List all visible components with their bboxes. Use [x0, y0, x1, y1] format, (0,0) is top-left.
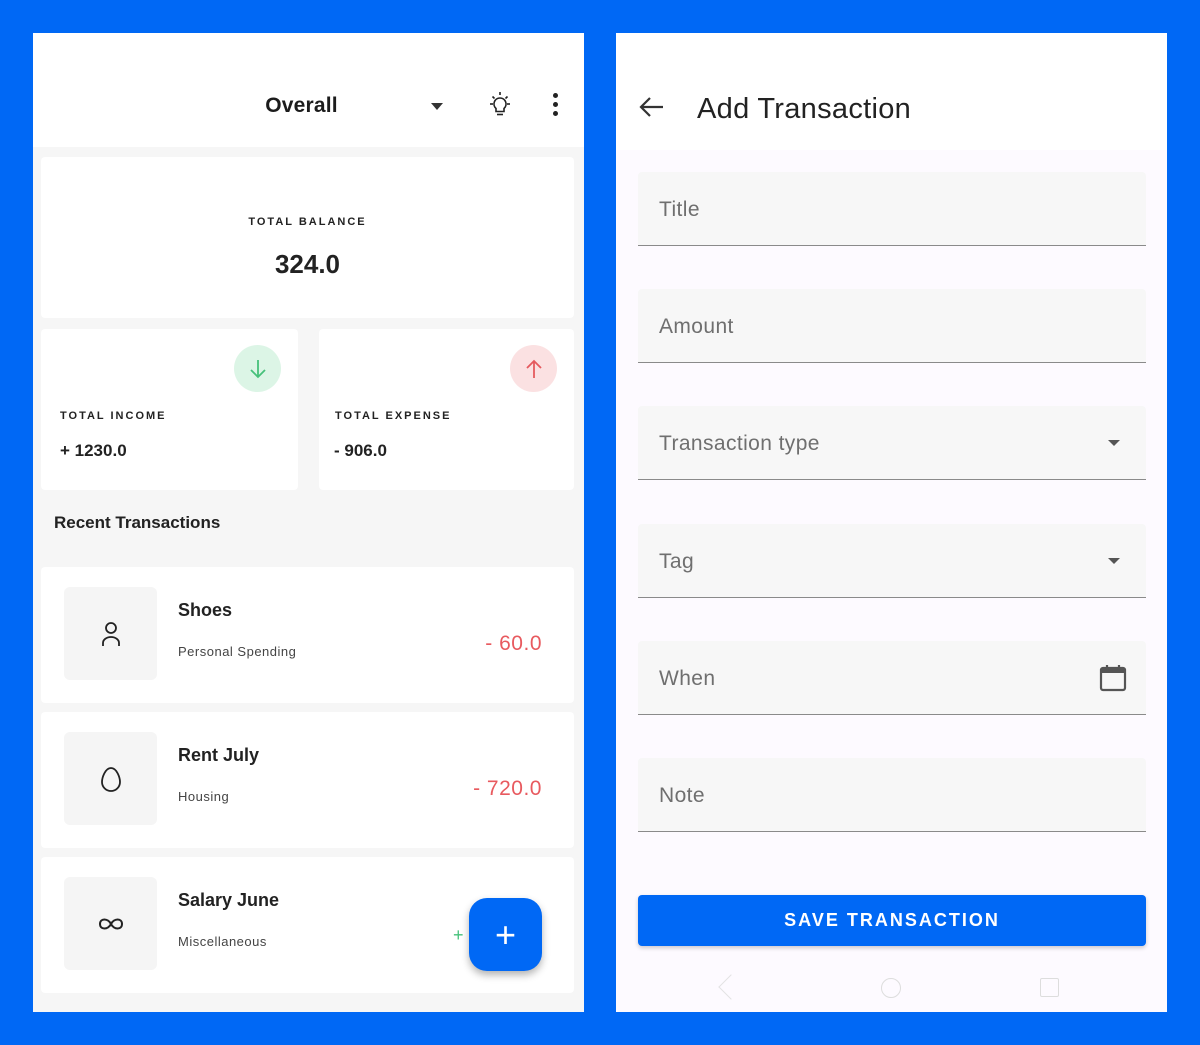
dropdown-arrow-icon	[1108, 558, 1120, 564]
nav-recents-icon[interactable]	[1040, 978, 1059, 997]
dropdown-arrow-icon	[1108, 440, 1120, 446]
transaction-tag: Housing	[178, 789, 230, 804]
transaction-type-select[interactable]: Transaction type	[638, 406, 1146, 480]
save-transaction-button[interactable]: SAVE TRANSACTION	[638, 895, 1146, 946]
amount-field[interactable]: Amount	[638, 289, 1146, 363]
when-date-field[interactable]: When	[638, 641, 1146, 715]
transaction-amount: +	[452, 925, 464, 945]
transaction-tag: Miscellaneous	[178, 934, 267, 949]
transaction-item[interactable]: Rent July Housing - 720.0	[41, 712, 574, 848]
arrow-down-icon	[234, 345, 281, 392]
income-label: TOTAL INCOME	[60, 410, 167, 422]
transaction-amount: - 720.0	[473, 777, 542, 800]
chevron-down-icon[interactable]	[431, 103, 443, 110]
transaction-tag: Personal Spending	[178, 644, 297, 659]
back-arrow-icon[interactable]	[638, 93, 666, 121]
note-field[interactable]: Note	[638, 758, 1146, 832]
transaction-item[interactable]: Shoes Personal Spending - 60.0	[41, 567, 574, 703]
overview-content: TOTAL BALANCE 324.0 TOTAL INCOME + 1230.…	[33, 147, 584, 1012]
expense-card: TOTAL EXPENSE - 906.0	[319, 329, 574, 490]
page-title: Add Transaction	[697, 93, 912, 125]
amount-field-label: Amount	[659, 315, 734, 338]
arrow-up-icon	[510, 345, 557, 392]
expense-value: - 906.0	[334, 441, 387, 460]
lightbulb-icon[interactable]	[486, 91, 514, 119]
infinity-icon	[64, 877, 157, 970]
title-field-label: Title	[659, 198, 700, 221]
person-icon	[64, 587, 157, 680]
when-label: When	[659, 667, 716, 690]
balance-card: TOTAL BALANCE 324.0	[41, 157, 574, 318]
top-app-bar: Overall	[33, 33, 584, 147]
overview-screen: Overall TOTAL BALANCE 324.0 TOTAL INCOME…	[33, 33, 584, 1012]
top-app-bar: Add Transaction	[616, 33, 1167, 150]
income-card: TOTAL INCOME + 1230.0	[41, 329, 298, 490]
add-transaction-fab[interactable]: +	[469, 898, 542, 971]
transaction-title: Rent July	[178, 745, 260, 765]
form-content: Title Amount Transaction type Tag When N…	[616, 150, 1167, 1012]
income-value: + 1230.0	[60, 441, 127, 460]
system-nav-bar	[616, 970, 1167, 1012]
transaction-amount: - 60.0	[485, 632, 542, 655]
nav-back-icon[interactable]	[718, 974, 744, 1000]
recent-transactions-title: Recent Transactions	[54, 513, 221, 532]
add-transaction-screen: Add Transaction Title Amount Transaction…	[616, 33, 1167, 1012]
tag-label: Tag	[659, 550, 695, 573]
balance-label: TOTAL BALANCE	[248, 216, 367, 228]
note-label: Note	[659, 784, 705, 807]
tag-select[interactable]: Tag	[638, 524, 1146, 598]
more-vert-icon[interactable]	[543, 93, 567, 121]
calendar-icon[interactable]	[1098, 663, 1128, 693]
transaction-title: Salary June	[178, 890, 280, 910]
balance-value: 324.0	[274, 249, 341, 279]
expense-label: TOTAL EXPENSE	[335, 410, 452, 422]
nav-home-icon[interactable]	[881, 978, 901, 998]
transaction-type-label: Transaction type	[659, 432, 820, 455]
egg-icon	[64, 732, 157, 825]
title-field[interactable]: Title	[638, 172, 1146, 246]
transaction-title: Shoes	[178, 600, 233, 620]
